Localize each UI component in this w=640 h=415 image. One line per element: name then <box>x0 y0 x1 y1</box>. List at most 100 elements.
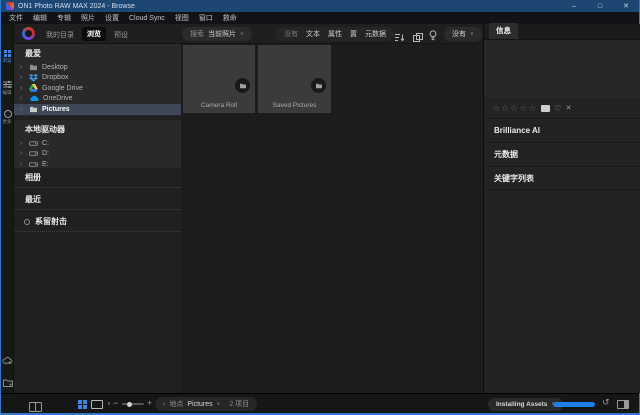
filter-text[interactable]: 文本 <box>306 29 320 39</box>
saved-filter-value: 没有 <box>452 29 466 39</box>
folder-icon <box>29 106 38 113</box>
back-icon[interactable]: ‹ <box>163 401 165 408</box>
lightbulb-icon <box>429 30 437 41</box>
module-more-label: 更多 <box>3 119 12 124</box>
clear-rating-icon[interactable]: ✕ <box>566 104 572 112</box>
local-drives-section: 本地驱动器 › C: › D: › E: <box>14 120 181 168</box>
folder-name: Saved Pictures <box>258 102 331 109</box>
color-label-swatch[interactable] <box>541 105 550 112</box>
like-heart-icon[interactable]: ♡ <box>554 104 561 113</box>
folder-icon <box>29 64 38 71</box>
filter-attributes[interactable]: 属性 <box>328 29 342 39</box>
favorites-title: 最爱 <box>14 44 181 62</box>
tab-presets[interactable]: 预设 <box>114 30 128 40</box>
browse-sidebar: 最爱 › Desktop › Dropbox › Goo <box>14 44 181 393</box>
breadcrumb-location: 地点 <box>169 399 183 409</box>
filter-metadata[interactable]: 元数据 <box>365 29 386 39</box>
installing-assets-dropdown[interactable]: Installing Assets ∨ <box>488 398 563 411</box>
menu-view[interactable]: 视图 <box>170 13 194 23</box>
sidebar-item-desktop[interactable]: › Desktop <box>14 62 181 73</box>
zoom-out-button[interactable]: − <box>113 398 118 408</box>
menu-bar: 文件 编辑 专辑 照片 设置 Cloud Sync 视图 窗口 救命 <box>1 12 639 24</box>
chevron-right-icon[interactable]: › <box>20 140 25 147</box>
sidebar-item-google-drive[interactable]: › Google Drive <box>14 83 181 94</box>
drive-icon <box>29 150 38 157</box>
zoom-in-button[interactable]: + <box>147 398 152 408</box>
module-edit-label: 编辑 <box>3 90 12 95</box>
close-button[interactable]: ✕ <box>613 0 639 12</box>
onedrive-icon <box>29 95 39 102</box>
star-icon[interactable]: ☆ <box>492 103 500 114</box>
tab-my-catalogs[interactable]: 我的目录 <box>46 30 74 40</box>
module-browse[interactable]: 浏览 <box>1 50 14 64</box>
cloud-sync-button[interactable] <box>1 356 14 365</box>
detail-view-button[interactable] <box>91 400 103 409</box>
tab-info[interactable]: 信息 <box>489 23 518 39</box>
chevron-right-icon[interactable]: › <box>20 64 25 71</box>
item-count: 2 项目 <box>229 399 249 409</box>
albums-section-header[interactable]: 相册 <box>14 168 181 188</box>
install-progress-bar <box>553 402 595 407</box>
chevron-right-icon[interactable]: › <box>20 106 25 113</box>
chevron-down-icon: ∨ <box>240 31 244 37</box>
chevron-right-icon[interactable]: › <box>20 95 25 102</box>
install-progress-fill <box>553 402 595 407</box>
section-keyword-list[interactable]: 关键字列表 <box>484 166 640 190</box>
sidebar-item-drive-c[interactable]: › C: <box>14 138 181 149</box>
folder-badge <box>235 78 250 93</box>
module-more[interactable]: 更多 <box>1 110 14 125</box>
dual-pane-icon <box>29 402 42 412</box>
slider-knob[interactable] <box>127 402 132 407</box>
folder-tile-saved-pictures[interactable]: Saved Pictures <box>258 45 331 113</box>
sidebar-item-pictures[interactable]: › Pictures <box>14 104 181 115</box>
menu-edit[interactable]: 编辑 <box>28 13 52 23</box>
maximize-button[interactable]: □ <box>587 0 613 12</box>
menu-help[interactable]: 救命 <box>218 13 242 23</box>
breadcrumb[interactable]: ‹ 地点 Pictures ∨ 2 项目 <box>155 397 257 411</box>
toggle-right-panel-button[interactable] <box>617 400 629 409</box>
sidebar-item-dropbox[interactable]: › Dropbox <box>14 73 181 84</box>
tethered-shooting-header[interactable]: 系留射击 <box>14 212 181 232</box>
sidebar-item-drive-d[interactable]: › D: <box>14 149 181 160</box>
menu-photo[interactable]: 照片 <box>76 13 100 23</box>
thumbnail-size-slider[interactable] <box>122 403 144 405</box>
chevron-right-icon[interactable]: › <box>20 150 25 157</box>
view-chevron-icon[interactable]: ∨ <box>107 401 111 407</box>
chevron-right-icon[interactable]: › <box>20 161 25 168</box>
chevron-right-icon[interactable]: › <box>20 74 25 81</box>
star-icon[interactable]: ☆ <box>510 103 518 114</box>
cloud-sync-icon <box>2 356 13 365</box>
rating-row: ☆ ☆ ☆ ☆ ☆ ♡ ✕ <box>484 98 640 118</box>
filter-none[interactable]: 没有 <box>284 29 298 39</box>
module-edit[interactable]: 编辑 <box>1 80 14 96</box>
compare-icon <box>413 33 423 42</box>
dropbox-icon <box>29 74 38 82</box>
chevron-right-icon[interactable]: › <box>20 85 25 92</box>
star-icon[interactable]: ☆ <box>501 103 509 114</box>
grid-view-button[interactable] <box>78 400 87 409</box>
menu-file[interactable]: 文件 <box>4 13 28 23</box>
star-icon[interactable]: ☆ <box>519 103 527 114</box>
filter-segments: 没有 文本 属性 置 元数据 <box>276 27 394 41</box>
folder-name: Camera Roll <box>183 102 255 109</box>
refresh-button[interactable]: ↺ <box>602 397 610 408</box>
folder-tile-camera-roll[interactable]: Camera Roll <box>183 45 255 113</box>
filter-date[interactable]: 置 <box>350 29 357 39</box>
recent-section-header[interactable]: 最近 <box>14 190 181 210</box>
menu-settings[interactable]: 设置 <box>100 13 124 23</box>
search-scope-dropdown[interactable]: 搜索 当前照片 ∨ <box>182 27 252 41</box>
section-metadata[interactable]: 元数据 <box>484 142 640 166</box>
star-icon[interactable]: ☆ <box>528 103 536 114</box>
minimize-button[interactable]: – <box>561 0 587 12</box>
section-brilliance-ai[interactable]: Brilliance AI <box>484 118 640 142</box>
browse-toolbar: 我的目录 浏览 预设 搜索 当前照片 ∨ 没有 文本 属性 置 元数据 <box>14 24 483 44</box>
menu-window[interactable]: 窗口 <box>194 13 218 23</box>
menu-album[interactable]: 专辑 <box>52 13 76 23</box>
local-folders-button[interactable] <box>1 379 14 387</box>
folder-badge-icon <box>3 379 13 387</box>
tab-browse[interactable]: 浏览 <box>82 27 106 41</box>
saved-filter-dropdown[interactable]: 没有 ∨ <box>444 27 482 41</box>
menu-cloud-sync[interactable]: Cloud Sync <box>124 15 170 22</box>
favorites-section: 最爱 › Desktop › Dropbox › Goo <box>14 44 181 116</box>
sidebar-item-onedrive[interactable]: › OneDrive <box>14 94 181 105</box>
